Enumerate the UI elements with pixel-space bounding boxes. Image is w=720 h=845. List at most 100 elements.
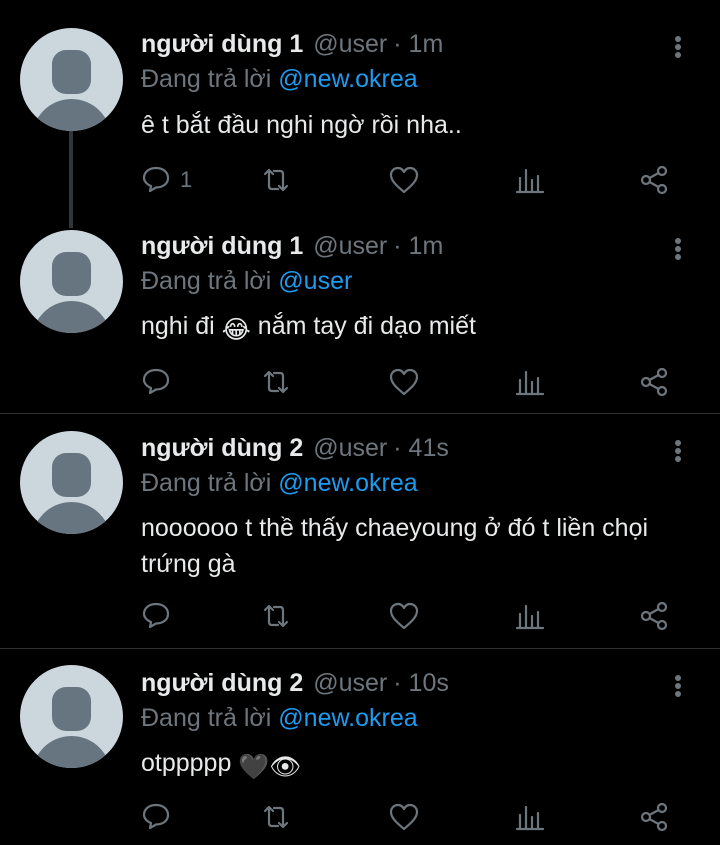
reply-to-handle[interactable]: @new.okrea bbox=[278, 65, 417, 93]
avatar[interactable] bbox=[20, 230, 123, 333]
avatar-body bbox=[32, 736, 111, 768]
reply-prefix: Đang trả lời bbox=[141, 267, 272, 295]
retweet-icon bbox=[263, 370, 289, 394]
share-button[interactable] bbox=[638, 799, 670, 835]
reply-context: Đang trả lời @new.okrea bbox=[141, 65, 418, 94]
reply-to-handle[interactable]: @user bbox=[278, 267, 352, 295]
heart-icon bbox=[389, 166, 419, 194]
retweet-button[interactable] bbox=[260, 364, 292, 400]
reply-context: Đang trả lời @new.okrea bbox=[141, 704, 418, 733]
reply-button[interactable] bbox=[140, 598, 172, 634]
avatar[interactable] bbox=[20, 665, 123, 768]
reply-button[interactable] bbox=[140, 799, 172, 835]
comment-icon bbox=[142, 602, 170, 629]
tweet-text: nghi đi 😂 nắm tay đi dạo miết bbox=[141, 308, 681, 348]
share-icon bbox=[640, 367, 668, 397]
timestamp[interactable]: · 41s bbox=[393, 434, 449, 463]
reply-prefix: Đang trả lời bbox=[141, 65, 272, 93]
timestamp[interactable]: · 1m bbox=[393, 232, 443, 261]
reply-button[interactable] bbox=[140, 364, 172, 400]
tweet-text: noooooo t thề thấy chaeyoung ở đó t liền… bbox=[141, 514, 649, 578]
reply-to-handle[interactable]: @new.okrea bbox=[278, 704, 417, 732]
reply-prefix: Đang trả lời bbox=[141, 469, 272, 497]
avatar-body bbox=[32, 502, 111, 534]
heart-icon bbox=[389, 803, 419, 831]
reply-context: Đang trả lời @new.okrea bbox=[141, 469, 418, 498]
user-handle[interactable]: @user bbox=[313, 669, 387, 698]
tweet-header: người dùng 1 @user · 1m bbox=[141, 232, 443, 262]
timestamp[interactable]: · 1m bbox=[393, 30, 443, 59]
display-name[interactable]: người dùng 2 bbox=[141, 669, 303, 698]
retweet-icon bbox=[263, 604, 289, 628]
tweet-header: người dùng 2 @user · 41s bbox=[141, 434, 449, 464]
display-name[interactable]: người dùng 1 bbox=[141, 30, 303, 59]
retweet-button[interactable] bbox=[260, 598, 292, 634]
avatar-head bbox=[52, 687, 91, 731]
reply-to-handle[interactable]: @new.okrea bbox=[278, 469, 417, 497]
share-icon bbox=[640, 165, 668, 195]
share-icon bbox=[640, 601, 668, 631]
user-handle[interactable]: @user bbox=[313, 232, 387, 261]
tweet-text-body: otppppp bbox=[141, 749, 232, 777]
retweet-button[interactable] bbox=[260, 162, 292, 198]
like-button[interactable] bbox=[388, 799, 420, 835]
more-vertical-icon[interactable] bbox=[670, 234, 686, 264]
like-button[interactable] bbox=[388, 162, 420, 198]
like-button[interactable] bbox=[388, 598, 420, 634]
more-vertical-icon[interactable] bbox=[670, 32, 686, 62]
avatar-head bbox=[52, 453, 91, 497]
action-bar bbox=[140, 364, 680, 400]
reply-button[interactable]: 1 bbox=[140, 162, 192, 198]
display-name[interactable]: người dùng 2 bbox=[141, 434, 303, 463]
action-bar bbox=[140, 598, 680, 634]
views-button[interactable] bbox=[514, 598, 546, 634]
heart-icon bbox=[389, 368, 419, 396]
avatar-body bbox=[32, 301, 111, 333]
retweet-icon bbox=[263, 168, 289, 192]
reply-context: Đang trả lời @user bbox=[141, 267, 352, 296]
avatar-head bbox=[52, 50, 91, 94]
tweet-1[interactable]: người dùng 1 @user · 1m Đang trả lời @ne… bbox=[0, 0, 720, 228]
analytics-icon bbox=[515, 805, 545, 831]
retweet-button[interactable] bbox=[260, 799, 292, 835]
heart-eye-emoji: 🖤👁 bbox=[238, 753, 302, 781]
user-handle[interactable]: @user bbox=[313, 30, 387, 59]
analytics-icon bbox=[515, 370, 545, 396]
avatar[interactable] bbox=[20, 431, 123, 534]
avatar-head bbox=[52, 252, 91, 296]
tweet-header: người dùng 1 @user · 1m bbox=[141, 30, 443, 60]
laughing-emoji: 😂 bbox=[221, 316, 251, 344]
tweet-text-before: nghi đi bbox=[141, 312, 215, 340]
views-button[interactable] bbox=[514, 162, 546, 198]
analytics-icon bbox=[515, 604, 545, 630]
retweet-icon bbox=[263, 805, 289, 829]
reply-count: 1 bbox=[180, 167, 193, 192]
like-button[interactable] bbox=[388, 364, 420, 400]
heart-icon bbox=[389, 602, 419, 630]
tweet-3[interactable]: người dùng 2 @user · 41s Đang trả lời @n… bbox=[0, 414, 720, 648]
action-bar: 1 bbox=[140, 162, 680, 198]
tweet-4[interactable]: người dùng 2 @user · 10s Đang trả lời @n… bbox=[0, 649, 720, 845]
action-bar bbox=[140, 799, 680, 835]
more-vertical-icon[interactable] bbox=[670, 671, 686, 701]
tweet-text: ê t bắt đầu nghi ngờ rồi nha.. bbox=[141, 111, 462, 139]
views-button[interactable] bbox=[514, 799, 546, 835]
tweet-text-after: nắm tay đi dạo miết bbox=[257, 312, 476, 340]
views-button[interactable] bbox=[514, 364, 546, 400]
avatar-body bbox=[32, 99, 111, 131]
share-button[interactable] bbox=[638, 364, 670, 400]
comment-icon bbox=[142, 166, 170, 193]
reply-prefix: Đang trả lời bbox=[141, 704, 272, 732]
comment-icon bbox=[142, 368, 170, 395]
user-handle[interactable]: @user bbox=[313, 434, 387, 463]
tweet-header: người dùng 2 @user · 10s bbox=[141, 669, 449, 699]
share-button[interactable] bbox=[638, 162, 670, 198]
avatar[interactable] bbox=[20, 28, 123, 131]
thread-line bbox=[69, 131, 73, 228]
timestamp[interactable]: · 10s bbox=[393, 669, 449, 698]
display-name[interactable]: người dùng 1 bbox=[141, 232, 303, 261]
share-button[interactable] bbox=[638, 598, 670, 634]
tweet-2[interactable]: người dùng 1 @user · 1m Đang trả lời @us… bbox=[0, 228, 720, 413]
more-vertical-icon[interactable] bbox=[670, 436, 686, 466]
comment-icon bbox=[142, 803, 170, 830]
